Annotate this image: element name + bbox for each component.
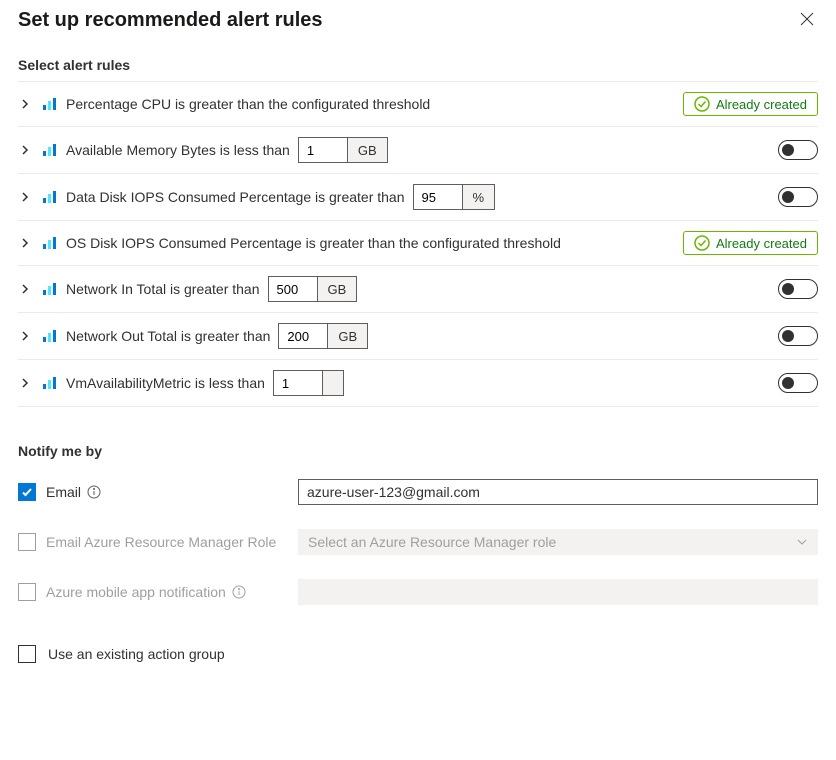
rule-row-vmavail: VmAvailabilityMetric is less than bbox=[18, 360, 818, 407]
info-icon[interactable] bbox=[87, 485, 101, 499]
metric-icon bbox=[42, 142, 58, 158]
threshold-unit: GB bbox=[317, 277, 357, 301]
rule-label: Network In Total is greater than bbox=[66, 281, 260, 297]
already-created-badge: Already created bbox=[683, 92, 818, 116]
threshold-unit: GB bbox=[327, 324, 367, 348]
check-circle-icon bbox=[694, 235, 710, 251]
threshold-input-wrap: GB bbox=[298, 137, 388, 163]
check-icon bbox=[21, 486, 33, 498]
notify-arm-role-row: Email Azure Resource Manager Role Select… bbox=[18, 517, 818, 567]
enable-toggle[interactable] bbox=[778, 279, 818, 299]
rules-section-title: Select alert rules bbox=[18, 57, 818, 73]
metric-icon bbox=[42, 189, 58, 205]
threshold-input-wrap: % bbox=[413, 184, 496, 210]
rule-row-cpu: Percentage CPU is greater than the confi… bbox=[18, 82, 818, 127]
notify-email-row: Email bbox=[18, 467, 818, 517]
threshold-input-wrap: GB bbox=[278, 323, 368, 349]
chevron-down-icon bbox=[796, 536, 808, 548]
rule-label: OS Disk IOPS Consumed Percentage is grea… bbox=[66, 235, 561, 251]
threshold-input[interactable] bbox=[279, 324, 327, 348]
rule-label: VmAvailabilityMetric is less than bbox=[66, 375, 265, 391]
enable-toggle[interactable] bbox=[778, 140, 818, 160]
threshold-input[interactable] bbox=[274, 371, 322, 395]
rule-row-memory: Available Memory Bytes is less than GB bbox=[18, 127, 818, 174]
enable-toggle[interactable] bbox=[778, 373, 818, 393]
info-icon[interactable] bbox=[232, 585, 246, 599]
metric-icon bbox=[42, 281, 58, 297]
threshold-input[interactable] bbox=[414, 185, 462, 209]
threshold-input[interactable] bbox=[299, 138, 347, 162]
expand-button[interactable] bbox=[20, 331, 32, 341]
email-input[interactable] bbox=[298, 479, 818, 505]
threshold-input[interactable] bbox=[269, 277, 317, 301]
email-checkbox[interactable] bbox=[18, 483, 36, 501]
action-group-row: Use an existing action group bbox=[18, 645, 818, 663]
threshold-input-wrap bbox=[273, 370, 344, 396]
metric-icon bbox=[42, 96, 58, 112]
rule-row-netout: Network Out Total is greater than GB bbox=[18, 313, 818, 360]
rules-list: Percentage CPU is greater than the confi… bbox=[18, 81, 818, 407]
enable-toggle[interactable] bbox=[778, 187, 818, 207]
expand-button[interactable] bbox=[20, 99, 32, 109]
close-button[interactable] bbox=[796, 8, 818, 33]
metric-icon bbox=[42, 235, 58, 251]
mobile-app-checkbox[interactable] bbox=[18, 583, 36, 601]
already-created-badge: Already created bbox=[683, 231, 818, 255]
arm-role-select[interactable]: Select an Azure Resource Manager role bbox=[298, 529, 818, 555]
threshold-unit bbox=[322, 371, 343, 395]
metric-icon bbox=[42, 328, 58, 344]
notify-section-title: Notify me by bbox=[18, 443, 818, 459]
rule-row-netin: Network In Total is greater than GB bbox=[18, 266, 818, 313]
expand-button[interactable] bbox=[20, 238, 32, 248]
threshold-unit: GB bbox=[347, 138, 387, 162]
panel-title: Set up recommended alert rules bbox=[18, 9, 323, 32]
expand-button[interactable] bbox=[20, 145, 32, 155]
action-group-checkbox[interactable] bbox=[18, 645, 36, 663]
threshold-unit: % bbox=[462, 185, 495, 209]
check-circle-icon bbox=[694, 96, 710, 112]
expand-button[interactable] bbox=[20, 378, 32, 388]
rule-label: Data Disk IOPS Consumed Percentage is gr… bbox=[66, 189, 405, 205]
email-label: Email bbox=[46, 484, 101, 500]
metric-icon bbox=[42, 375, 58, 391]
arm-role-checkbox[interactable] bbox=[18, 533, 36, 551]
expand-button[interactable] bbox=[20, 192, 32, 202]
rule-label: Percentage CPU is greater than the confi… bbox=[66, 96, 430, 112]
notify-mobile-row: Azure mobile app notification bbox=[18, 567, 818, 617]
action-group-label: Use an existing action group bbox=[48, 646, 225, 662]
rule-row-osdisk: OS Disk IOPS Consumed Percentage is grea… bbox=[18, 221, 818, 266]
mobile-app-input bbox=[298, 579, 818, 605]
rule-row-datadisk: Data Disk IOPS Consumed Percentage is gr… bbox=[18, 174, 818, 221]
rule-label: Available Memory Bytes is less than bbox=[66, 142, 290, 158]
mobile-app-label: Azure mobile app notification bbox=[46, 584, 246, 600]
arm-role-label: Email Azure Resource Manager Role bbox=[46, 534, 276, 550]
close-icon bbox=[800, 12, 814, 26]
threshold-input-wrap: GB bbox=[268, 276, 358, 302]
enable-toggle[interactable] bbox=[778, 326, 818, 346]
rule-label: Network Out Total is greater than bbox=[66, 328, 270, 344]
expand-button[interactable] bbox=[20, 284, 32, 294]
